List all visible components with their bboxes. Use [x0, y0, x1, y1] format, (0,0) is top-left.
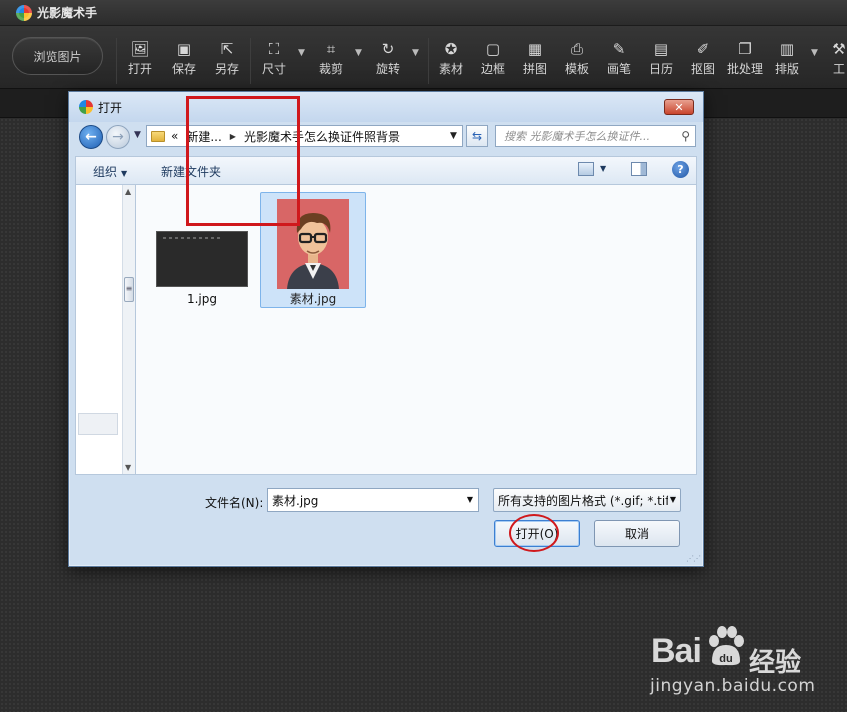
recent-locations-dropdown-icon[interactable]: ▼: [134, 130, 141, 140]
cutout-icon: ✐: [696, 40, 710, 58]
address-dropdown-icon[interactable]: ▼: [445, 125, 462, 147]
file-list[interactable]: 1.jpg 素材.jpg: [135, 184, 697, 475]
toolbar-separator: [428, 38, 429, 84]
save-button[interactable]: ▣ 保存: [172, 40, 196, 80]
selection-highlight-annotation: [186, 96, 300, 226]
material-button[interactable]: ✪ 素材: [439, 40, 463, 80]
scroll-up-icon[interactable]: ▲: [125, 187, 131, 196]
brush-button[interactable]: ✎ 画笔: [607, 40, 631, 80]
preview-pane-icon[interactable]: [631, 162, 647, 176]
chevron-down-icon: ▼: [121, 169, 128, 178]
rotate-dropdown-icon[interactable]: ▼: [412, 48, 419, 58]
brush-icon: ✎: [612, 40, 626, 58]
command-bar: 组织 ▼ 新建文件夹 ▼ ?: [75, 156, 697, 184]
close-button[interactable]: ✕: [664, 99, 694, 115]
browse-images-button[interactable]: 浏览图片: [12, 37, 103, 75]
scroll-thumb[interactable]: ≡: [124, 277, 134, 302]
watermark-brand-tail: 经验: [749, 648, 802, 678]
save-icon: ▣: [176, 40, 192, 58]
navigation-scrollbar[interactable]: ▲ ≡ ▼: [122, 185, 135, 474]
open-button[interactable]: 🖼︎ 打开: [128, 40, 152, 80]
organize-menu[interactable]: 组织 ▼: [93, 163, 127, 180]
file-item[interactable]: 1.jpg: [156, 231, 248, 306]
cutout-button[interactable]: ✐ 抠图: [691, 40, 715, 80]
resize-icon: ⛶: [268, 40, 280, 58]
save-as-button[interactable]: ⇱ 另存: [215, 40, 239, 80]
toolbar-separator: [116, 38, 117, 84]
crop-button[interactable]: ⌗ 裁剪: [319, 40, 343, 80]
crop-icon: ⌗: [326, 40, 336, 58]
view-dropdown-icon[interactable]: ▼: [600, 164, 606, 173]
resize-button[interactable]: ⛶ 尺寸: [262, 40, 286, 80]
layout-button[interactable]: ▥ 排版: [775, 40, 799, 80]
open-button-annotation: [509, 514, 559, 552]
dialog-title-bar[interactable]: 打开: [69, 92, 703, 122]
navigation-pane[interactable]: ▲ ≡ ▼: [75, 184, 135, 475]
layout-icon: ▥: [779, 40, 795, 58]
watermark-brand: Bai: [651, 632, 702, 670]
filename-dropdown-icon[interactable]: ▼: [467, 495, 473, 504]
filename-label: 文件名(N):: [205, 496, 264, 510]
tools-button[interactable]: ⚒ 工: [831, 40, 847, 80]
resize-dropdown-icon[interactable]: ▼: [298, 48, 305, 58]
navigation-item[interactable]: [78, 413, 118, 435]
puzzle-button[interactable]: ▦ 拼图: [523, 40, 547, 80]
filename-input[interactable]: 素材.jpg ▼: [267, 488, 479, 512]
back-arrow-icon[interactable]: ←: [79, 125, 103, 149]
image-thumbnail: [156, 231, 248, 287]
scroll-down-icon[interactable]: ▼: [125, 463, 131, 472]
file-name: 1.jpg: [186, 292, 218, 306]
resize-grip-icon[interactable]: ⋰⋰: [686, 554, 701, 563]
border-button[interactable]: ▢ 边框: [481, 40, 505, 80]
folder-icon: [151, 130, 165, 142]
template-button[interactable]: ⎙ 模板: [565, 40, 589, 80]
cancel-button[interactable]: 取消: [594, 520, 680, 547]
app-title: 光影魔术手: [37, 6, 98, 20]
toolbar-separator: [250, 38, 251, 84]
app-logo-icon: [79, 100, 93, 114]
open-file-dialog: 打开 ✕ ← → ▼ « 新建... ▶ 光影魔术手怎么换证件照背景 ▼ ⇆ 搜…: [68, 91, 704, 567]
app-title-bar: 光影魔术手: [0, 0, 847, 26]
template-icon: ⎙: [571, 40, 584, 58]
rotate-button[interactable]: ↻ 旋转: [376, 40, 400, 80]
puzzle-icon: ▦: [527, 40, 543, 58]
forward-arrow-icon[interactable]: →: [106, 125, 130, 149]
watermark-url: jingyan.baidu.com: [650, 676, 816, 696]
change-view-icon[interactable]: [578, 162, 594, 176]
dialog-title: 打开: [98, 100, 123, 115]
layout-dropdown-icon[interactable]: ▼: [811, 48, 818, 58]
baidu-paw-logo-icon: du: [709, 626, 744, 666]
help-icon[interactable]: ?: [672, 161, 689, 178]
search-input[interactable]: 搜索 光影魔术手怎么换证件... ⚲: [495, 125, 696, 147]
calendar-button[interactable]: ▤ 日历: [649, 40, 673, 80]
app-logo-icon: [16, 4, 32, 21]
file-type-dropdown-icon[interactable]: ▼: [667, 495, 676, 504]
refresh-icon[interactable]: ⇆: [466, 125, 488, 147]
batch-button[interactable]: ❐ 批处理: [727, 40, 763, 80]
svg-text:du: du: [719, 653, 732, 665]
file-type-select[interactable]: 所有支持的图片格式 (*.gif; *.tif ▼: [493, 488, 681, 512]
tools-icon: ⚒: [832, 40, 846, 58]
rotate-icon: ↻: [381, 40, 395, 58]
file-name: 素材.jpg: [289, 292, 337, 306]
border-icon: ▢: [485, 40, 501, 58]
batch-icon: ❐: [738, 40, 752, 58]
search-icon[interactable]: ⚲: [681, 129, 690, 143]
main-toolbar: 浏览图片 🖼︎ 打开 ▣ 保存 ⇱ 另存 ⛶ 尺寸 ▼ ⌗ 裁剪 ▼ ↻ 旋转 …: [0, 26, 847, 89]
crop-dropdown-icon[interactable]: ▼: [355, 48, 362, 58]
material-icon: ✪: [444, 40, 458, 58]
calendar-icon: ▤: [653, 40, 669, 58]
image-open-icon: 🖼︎: [130, 40, 150, 58]
save-as-icon: ⇱: [220, 40, 234, 58]
breadcrumb-overflow[interactable]: «: [171, 129, 178, 143]
